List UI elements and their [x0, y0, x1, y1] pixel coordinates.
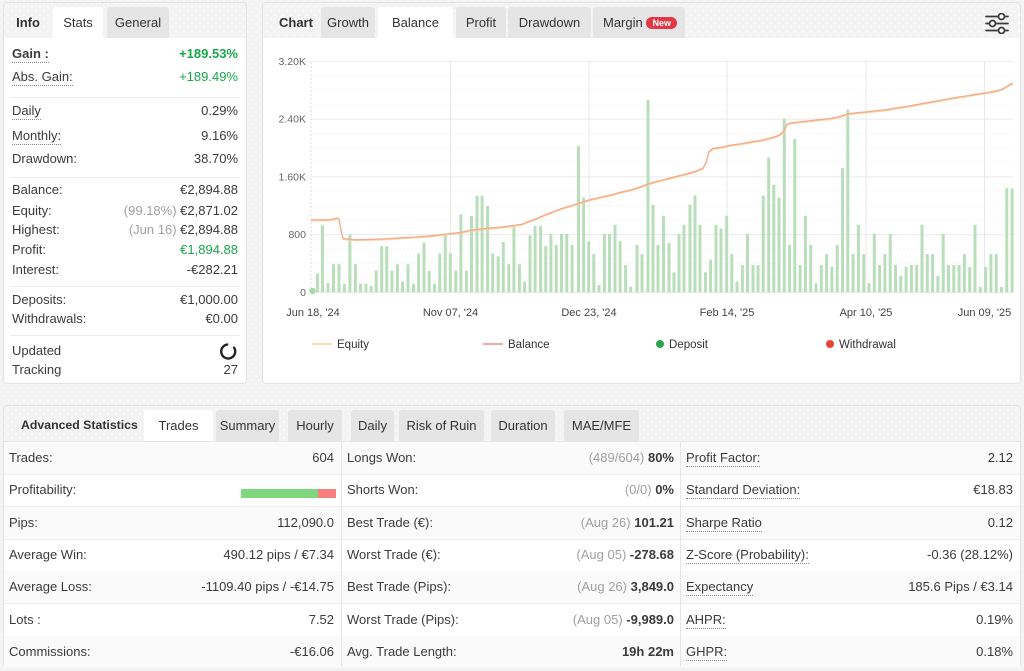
svg-text:Jun 18, '24: Jun 18, '24 [286, 307, 339, 319]
svg-text:2.40K: 2.40K [279, 114, 306, 126]
svg-text:Withdrawal: Withdrawal [839, 339, 896, 351]
svg-text:3.20K: 3.20K [279, 56, 306, 68]
svg-text:Jun 09, '25: Jun 09, '25 [958, 307, 1011, 319]
svg-text:Dec 23, '24: Dec 23, '24 [561, 307, 616, 319]
svg-text:Deposit: Deposit [669, 339, 709, 351]
svg-text:1.60K: 1.60K [279, 171, 306, 183]
svg-text:Nov 07, '24: Nov 07, '24 [423, 307, 478, 319]
svg-text:Equity: Equity [337, 339, 369, 351]
svg-text:Apr 10, '25: Apr 10, '25 [840, 307, 893, 319]
svg-text:800: 800 [288, 229, 306, 241]
svg-text:Feb 14, '25: Feb 14, '25 [700, 307, 755, 319]
svg-text:0: 0 [300, 287, 306, 299]
svg-text:Balance: Balance [508, 339, 550, 351]
